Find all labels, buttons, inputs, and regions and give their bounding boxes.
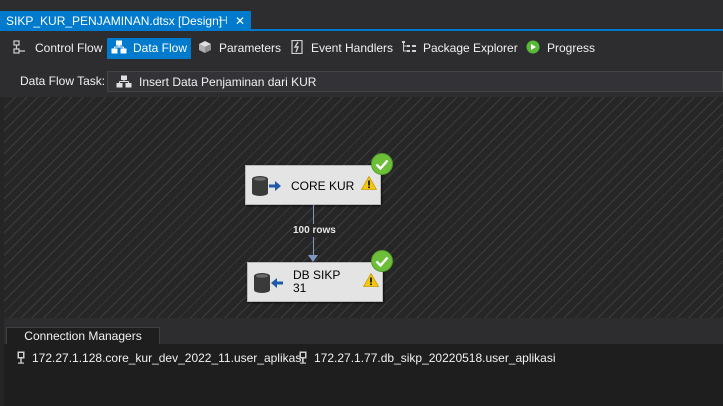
data-flow-task-value: Insert Data Penjaminan dari KUR [139, 75, 317, 89]
document-tab[interactable]: SIKP_KUR_PENJAMINAN.dtsx [Design] ⊣ ✕ [0, 11, 251, 31]
designer-toolbar: Control Flow Data Flow Parameters Event … [0, 31, 723, 63]
package-explorer-icon [402, 41, 416, 52]
data-path-arrow [308, 255, 318, 262]
tab-connection-managers[interactable]: Connection Managers [6, 327, 160, 344]
data-flow-task-row: Data Flow Task: Insert Data Penjaminan d… [0, 63, 723, 97]
data-flow-task-label: Data Flow Task: [20, 74, 106, 88]
connection-icon [299, 351, 307, 364]
progress-play-icon [526, 40, 540, 54]
component-name-line1: DB SIKP [293, 268, 341, 282]
control-flow-icon [13, 40, 25, 54]
tab-label: Progress [547, 41, 596, 55]
connection-managers-panel: Connection Managers 172.27.1.128.core_ku… [4, 318, 723, 406]
tab-parameters[interactable]: Parameters [193, 38, 287, 59]
connection-managers-tab-strip: Connection Managers [4, 318, 723, 344]
tab-control-flow[interactable]: Control Flow [9, 38, 108, 59]
success-check-icon [371, 153, 393, 175]
parameters-icon [199, 41, 211, 53]
tab-progress[interactable]: Progress [521, 38, 601, 59]
warning-icon [361, 176, 377, 190]
source-database-icon [252, 176, 281, 196]
document-tab-strip: SIKP_KUR_PENJAMINAN.dtsx [Design] ⊣ ✕ [0, 0, 723, 31]
document-tab-title: SIKP_KUR_PENJAMINAN.dtsx [Design] [6, 14, 223, 28]
tab-label: Parameters [219, 41, 282, 55]
connection-name: 172.27.1.77.db_sikp_20220518.user_aplika… [314, 351, 556, 365]
destination-database-icon [254, 273, 283, 293]
connection-manager-item[interactable]: 172.27.1.128.core_kur_dev_2022_11.user_a… [17, 351, 304, 365]
tab-label: Event Handlers [311, 41, 394, 55]
tab-label: Control Flow [35, 41, 103, 55]
close-icon[interactable]: ✕ [235, 11, 245, 31]
destination-component-db-sikp[interactable]: DB SIKP 31 [247, 250, 393, 302]
connection-name: 172.27.1.128.core_kur_dev_2022_11.user_a… [32, 351, 304, 365]
source-component-core-kur[interactable]: CORE KUR [245, 153, 393, 205]
data-flow-task-select[interactable]: Insert Data Penjaminan dari KUR [107, 71, 723, 92]
event-handlers-icon [291, 40, 303, 54]
tab-package-explorer[interactable]: Package Explorer [397, 38, 524, 59]
data-flow-task-icon [116, 75, 132, 88]
data-path-row-count: 100 rows [292, 224, 337, 237]
tab-label: Package Explorer [423, 41, 518, 55]
success-check-icon [371, 250, 393, 272]
tab-data-flow[interactable]: Data Flow [107, 38, 191, 59]
component-name-line2: 31 [293, 281, 307, 295]
tab-event-handlers[interactable]: Event Handlers [285, 38, 399, 59]
component-name: CORE KUR [291, 179, 355, 193]
connection-icon [17, 351, 25, 364]
connection-manager-item[interactable]: 172.27.1.77.db_sikp_20220518.user_aplika… [299, 351, 556, 365]
component-name: DB SIKP 31 [293, 269, 340, 295]
pin-icon[interactable]: ⊣ [218, 11, 228, 31]
data-flow-icon [111, 40, 127, 54]
tab-label: Data Flow [133, 41, 188, 55]
warning-icon [363, 273, 379, 287]
